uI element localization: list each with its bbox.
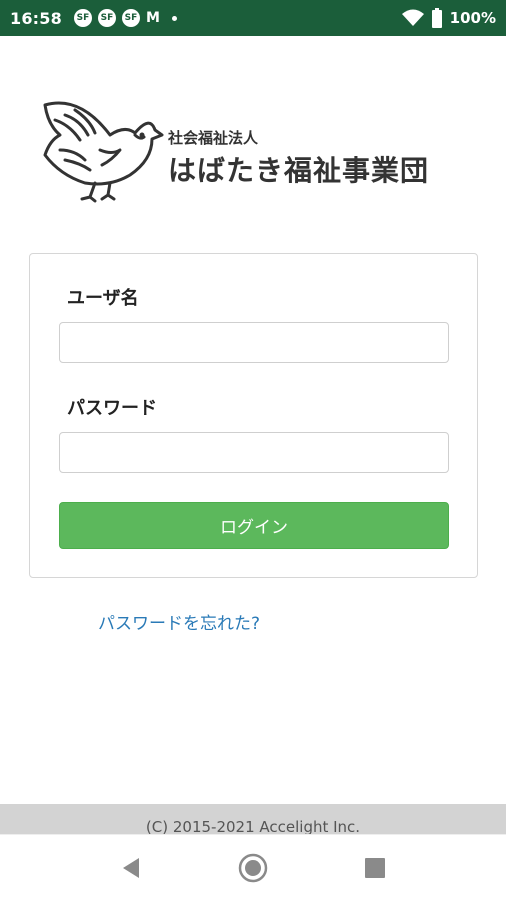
copyright-text: (C) 2015-2021 Accelight Inc. <box>145 818 361 834</box>
home-button[interactable] <box>238 853 268 883</box>
recent-apps-icon <box>365 858 385 878</box>
more-notifications-dot-icon <box>171 15 177 21</box>
organization-subtitle: 社会福祉法人 <box>168 129 259 147</box>
bird-logo-icon <box>43 101 164 203</box>
wifi-icon <box>401 9 424 26</box>
organization-logo: 社会福祉法人 はばたき福祉事業団 <box>40 95 460 205</box>
footer: (C) 2015-2021 Accelight Inc. <box>0 804 506 834</box>
battery-icon <box>431 8 442 28</box>
battery-percentage: 100% <box>449 9 496 27</box>
password-input[interactable] <box>59 432 449 473</box>
organization-name: はばたき福祉事業団 <box>168 154 430 187</box>
app-notification-icon: SF <box>73 9 92 27</box>
back-icon <box>123 858 139 878</box>
login-button[interactable]: ログイン <box>59 502 449 549</box>
navigation-bar <box>0 834 506 901</box>
home-icon <box>238 853 268 883</box>
status-right: 100% <box>401 8 496 28</box>
password-label: パスワード <box>67 398 157 419</box>
notification-icons: SF SF SF M <box>73 9 177 27</box>
forgot-password-link[interactable]: パスワードを忘れた? <box>98 609 260 634</box>
app-notification-icon: SF <box>121 9 140 27</box>
username-label: ユーザ名 <box>67 288 139 309</box>
recent-apps-button[interactable] <box>360 853 390 883</box>
status-bar: 16:58 SF SF SF M 100% <box>0 0 506 36</box>
username-input[interactable] <box>59 322 449 363</box>
back-button[interactable] <box>116 853 146 883</box>
app-notification-icon: SF <box>97 9 116 27</box>
gmail-icon: M <box>145 10 160 26</box>
login-form: ユーザ名 パスワード ログイン <box>29 253 478 578</box>
status-time: 16:58 <box>10 8 62 28</box>
